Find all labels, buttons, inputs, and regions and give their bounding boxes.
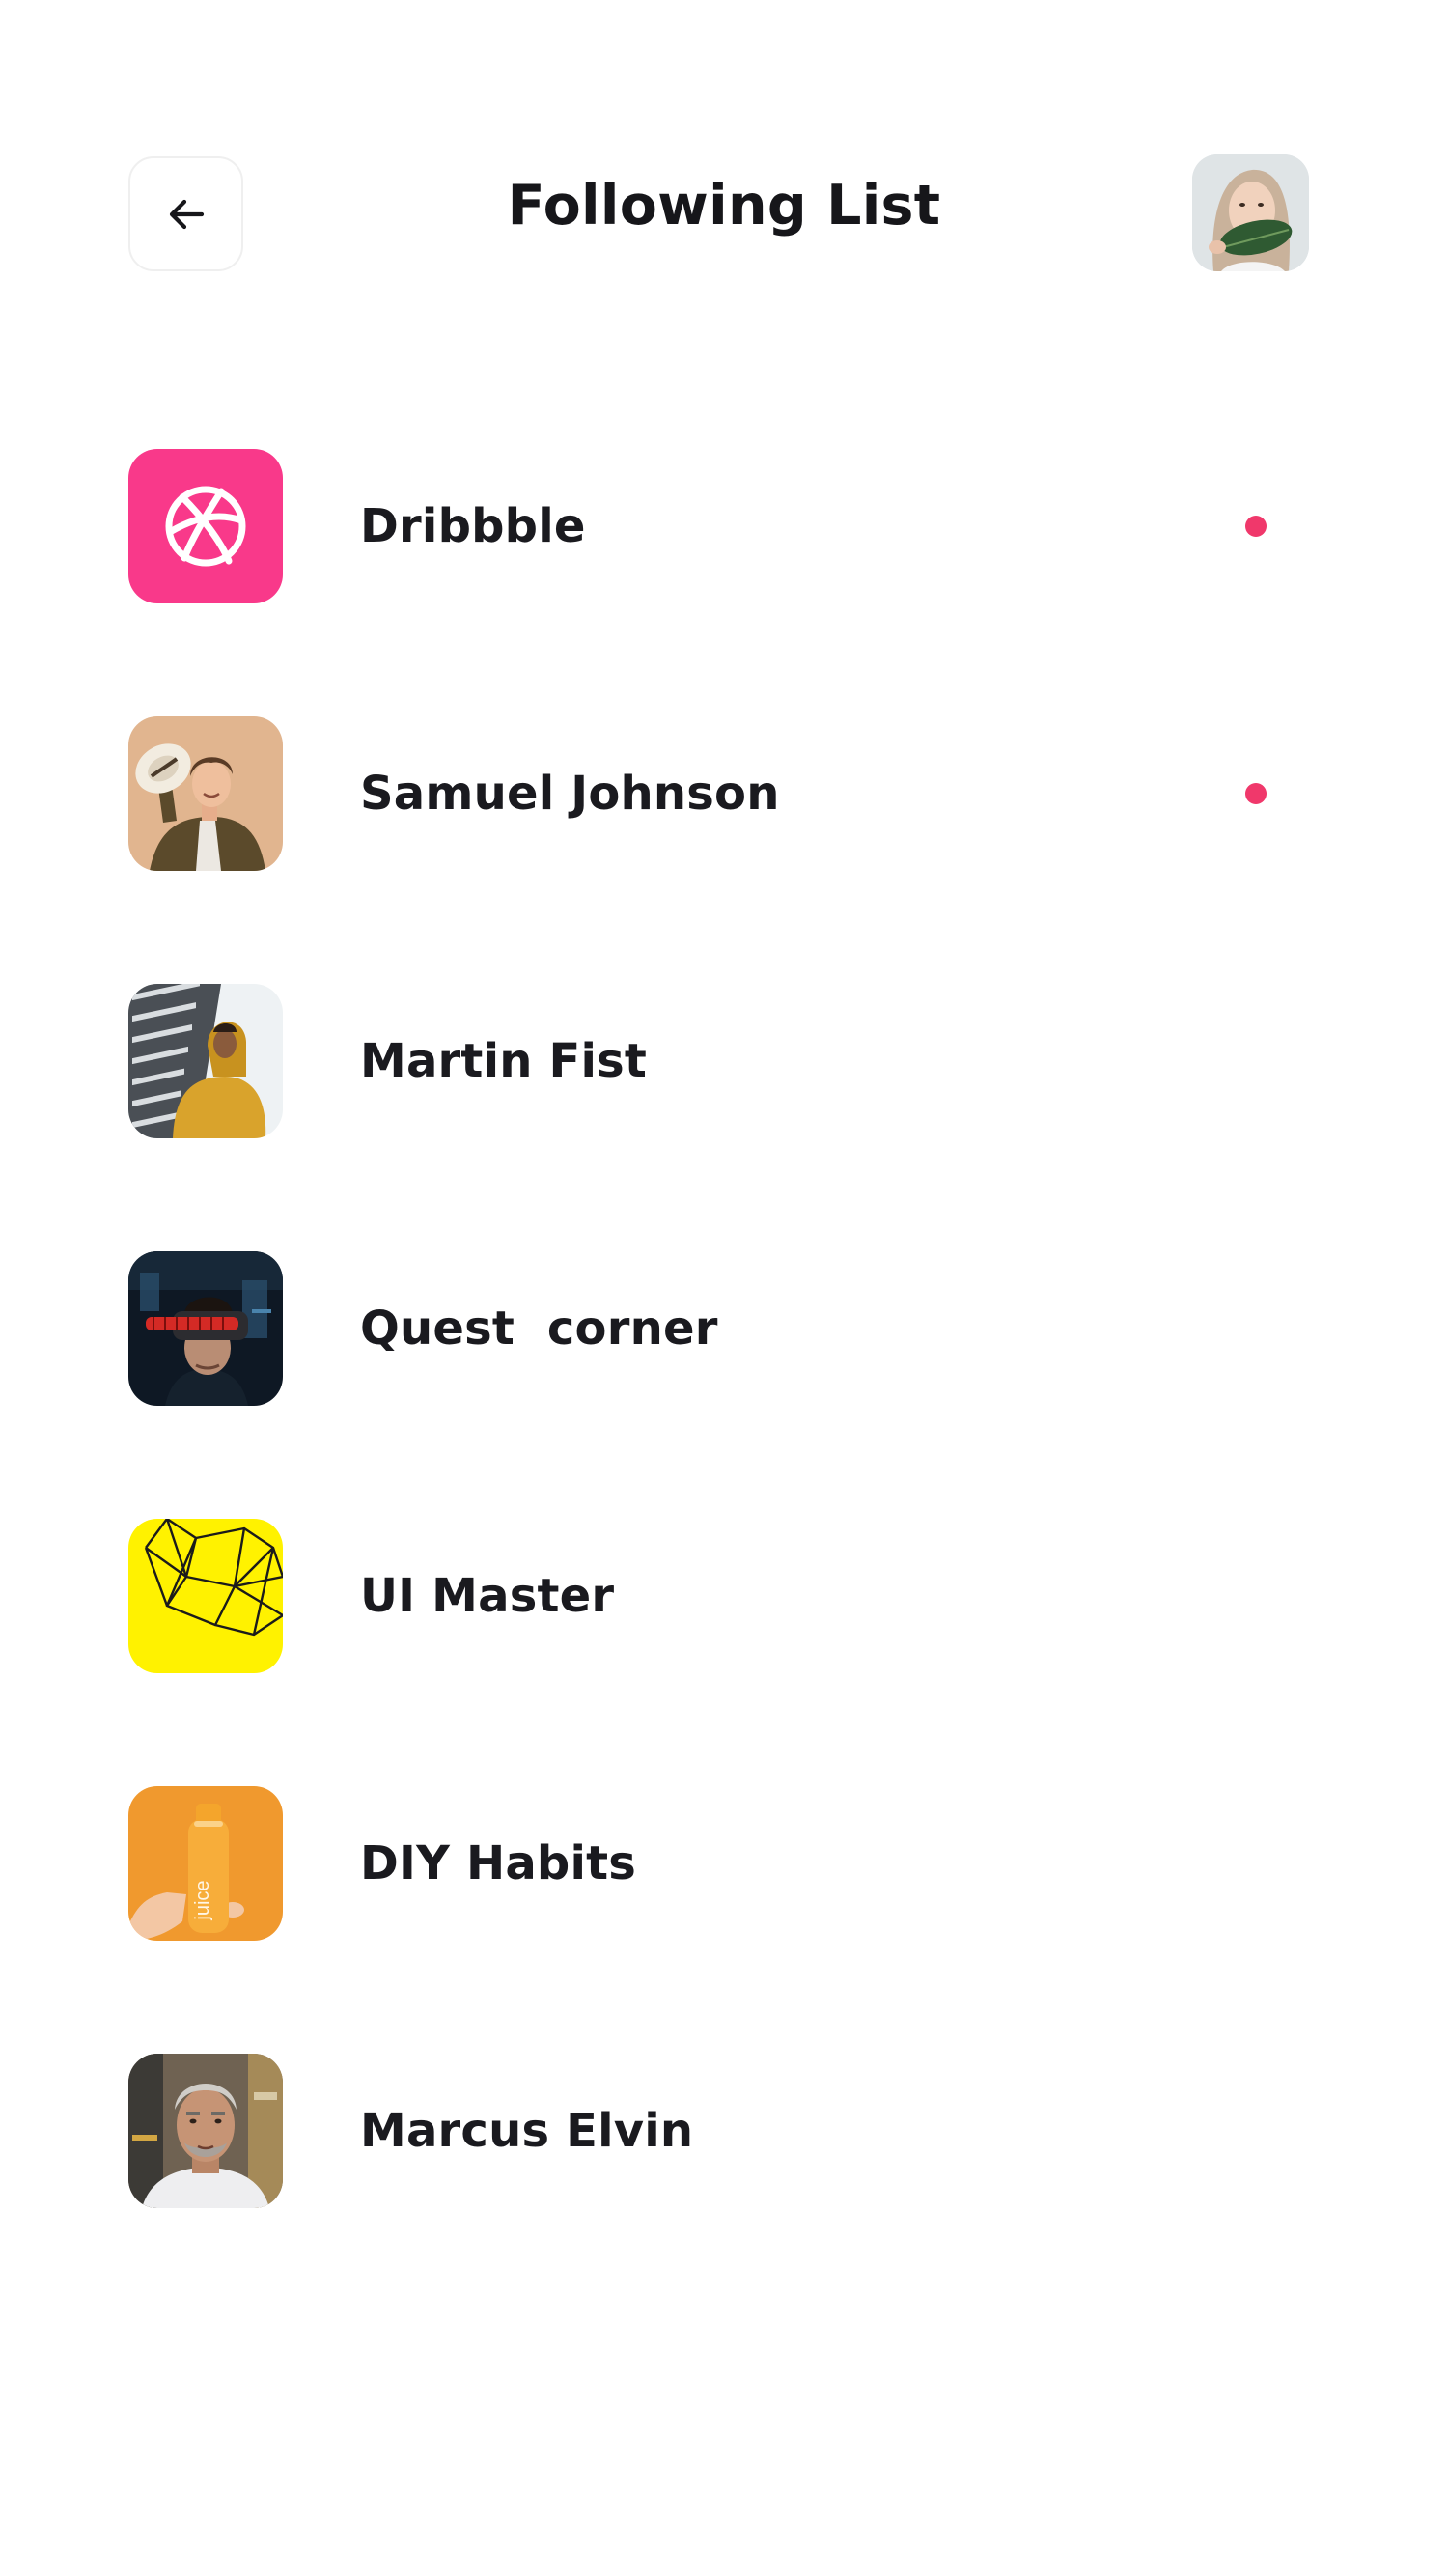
list-item[interactable]: Samuel Johnson — [128, 716, 1321, 871]
item-name: Martin Fist — [360, 1034, 648, 1088]
item-name: Quest corner — [360, 1302, 718, 1356]
list-item[interactable]: UI Master — [128, 1519, 1321, 1673]
photo-man-with-hat — [128, 716, 283, 871]
item-name: DIY Habits — [360, 1836, 637, 1890]
juice-label: juice — [192, 1880, 213, 1920]
list-item[interactable]: Marcus Elvin — [128, 2054, 1321, 2208]
list-item[interactable]: Martin Fist — [128, 984, 1321, 1138]
following-list: Dribbble Samuel Johnson Martin Fist Ques… — [128, 449, 1321, 2321]
juice-bottle: juice — [128, 1786, 283, 1941]
unread-indicator — [1245, 516, 1267, 537]
unread-indicator — [1245, 783, 1267, 804]
item-name: Marcus Elvin — [360, 2104, 694, 2158]
dribbble-avatar — [128, 449, 283, 603]
item-name: Samuel Johnson — [360, 767, 780, 821]
profile-avatar[interactable] — [1192, 154, 1309, 271]
photo-older-man — [128, 2054, 283, 2208]
item-name: Dribbble — [360, 499, 586, 553]
screen: Following List Dribbble Samuel Johnson M… — [0, 0, 1448, 2576]
yellow-geometric — [128, 1519, 283, 1673]
item-name: UI Master — [360, 1569, 615, 1623]
photo-man-yellow-hoodie — [128, 984, 283, 1138]
list-item[interactable]: Quest corner — [128, 1251, 1321, 1406]
list-item[interactable]: juice DIY Habits — [128, 1786, 1321, 1941]
photo-vr-headset — [128, 1251, 283, 1406]
list-item[interactable]: Dribbble — [128, 449, 1321, 603]
